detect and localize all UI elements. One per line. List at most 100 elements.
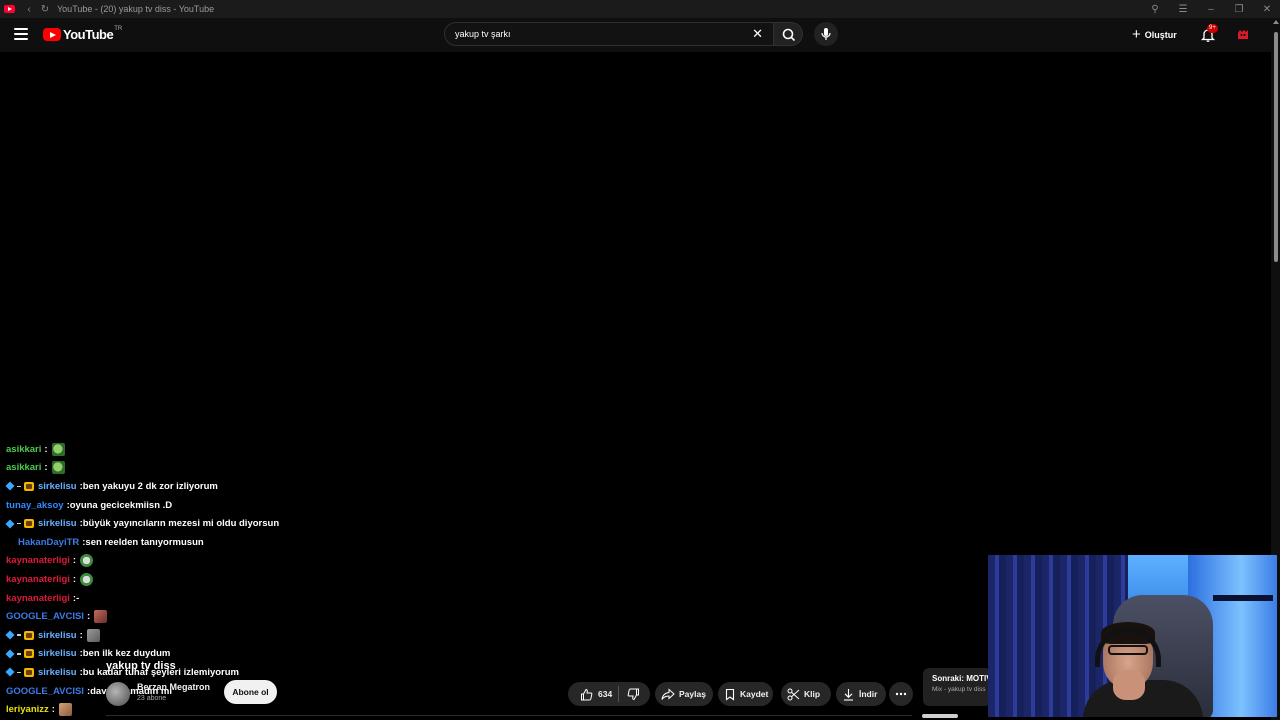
- youtube-header: YouTube TR yakup tv şarkı ✕ + Oluştur 9+: [0, 18, 1280, 52]
- clear-search-icon[interactable]: ✕: [752, 27, 763, 40]
- minimize-icon[interactable]: –: [1204, 4, 1218, 15]
- youtube-logo[interactable]: YouTube TR: [43, 25, 123, 42]
- chat-separator: :: [51, 704, 55, 716]
- chat-username[interactable]: sirkelisu: [38, 648, 77, 659]
- chat-emote-pepe-icon: [51, 461, 65, 475]
- clip-button[interactable]: Klip: [781, 682, 831, 706]
- subscribe-button[interactable]: Abone ol: [224, 680, 277, 704]
- subscriber-badge-icon: [24, 630, 34, 640]
- subscriber-badge-icon: [24, 649, 34, 659]
- chat-badges: [5, 630, 34, 640]
- back-icon[interactable]: ‹: [21, 4, 37, 15]
- webcam-person-hand: [1113, 670, 1145, 700]
- chat-username[interactable]: kaynanaterligi: [6, 574, 70, 585]
- member-cube-icon: [5, 667, 15, 677]
- red-mascot-avatar-icon: [1238, 30, 1248, 39]
- chat-separator: :: [44, 443, 48, 455]
- chat-username[interactable]: sirkelisu: [38, 518, 77, 529]
- create-button[interactable]: + Oluştur: [1132, 26, 1177, 44]
- browser-menu-icon[interactable]: ☰: [1176, 4, 1190, 15]
- hamburger-menu-icon[interactable]: [14, 28, 28, 40]
- chat-emote-pepe-icon: [51, 442, 65, 456]
- webcam-glasses: [1108, 645, 1148, 655]
- account-avatar[interactable]: [1235, 27, 1251, 43]
- chat-message: tunay_aksoy: oyuna gecicekmiisn .D: [6, 496, 326, 515]
- chat-message: sirkelisu: büyük yayıncıların mezesi mi …: [5, 514, 326, 533]
- subscriber-badge-icon: [24, 481, 34, 491]
- chat-username[interactable]: asikkari: [6, 444, 41, 455]
- more-actions-button[interactable]: [889, 682, 913, 706]
- share-button[interactable]: Paylaş: [655, 682, 713, 706]
- chat-username[interactable]: sirkelisu: [38, 630, 77, 641]
- create-label: Oluştur: [1144, 30, 1177, 40]
- chat-message: asikkari:: [6, 459, 326, 478]
- chat-message: sirkelisu: ben yakuyu 2 dk zor izliyorum: [5, 477, 326, 496]
- search-icon: [782, 28, 796, 42]
- country-code: TR: [114, 25, 123, 32]
- chat-badges: [5, 519, 34, 529]
- save-button[interactable]: Kaydet: [718, 682, 773, 706]
- zoom-icon[interactable]: ⚲: [1148, 4, 1162, 15]
- thumbs-up-icon[interactable]: [580, 688, 593, 701]
- restore-icon[interactable]: ❐: [1232, 4, 1246, 15]
- chat-username[interactable]: sirkelisu: [38, 667, 77, 678]
- member-cube-icon: [5, 519, 15, 529]
- scroll-up-arrow-icon[interactable]: [1273, 20, 1279, 24]
- search-value: yakup tv şarkı: [455, 29, 511, 39]
- like-count[interactable]: 634: [598, 689, 612, 699]
- browser-title-bar: ‹ ↻ YouTube - (20) yakup tv diss - YouTu…: [0, 0, 1280, 18]
- chat-message: leriyanizz:: [6, 700, 326, 719]
- chat-emote-tan-icon: [58, 703, 72, 717]
- badge-separator-icon: [17, 634, 21, 636]
- logo-text: YouTube: [63, 27, 114, 42]
- channel-avatar[interactable]: [106, 682, 130, 706]
- chat-username[interactable]: tunay_aksoy: [6, 500, 64, 511]
- chat-username[interactable]: kaynanaterligi: [6, 555, 70, 566]
- member-cube-icon: [5, 649, 15, 659]
- search-button[interactable]: [773, 22, 803, 46]
- chat-username[interactable]: leriyanizz: [6, 704, 49, 715]
- subscriber-badge-icon: [24, 667, 34, 677]
- voice-search-button[interactable]: [814, 22, 838, 46]
- search-input[interactable]: yakup tv şarkı ✕: [444, 22, 774, 46]
- youtube-favicon-icon: [4, 5, 15, 13]
- share-label: Paylaş: [679, 689, 706, 699]
- subscriber-badge-icon: [24, 519, 34, 529]
- description-divider: [106, 715, 912, 716]
- chat-username[interactable]: asikkari: [6, 462, 41, 473]
- chat-message: sirkelisu:: [5, 626, 326, 645]
- chat-username[interactable]: HakanDayiTR: [18, 537, 79, 548]
- download-label: İndir: [859, 689, 878, 699]
- chat-message: GOOGLE_AVCISI:: [6, 607, 326, 626]
- member-cube-icon: [5, 630, 15, 640]
- video-title: yakup tv diss: [106, 660, 176, 672]
- chat-message: kaynanaterligi:: [6, 552, 326, 571]
- up-next-subtitle: Mix - yakup tv diss: [932, 686, 986, 693]
- scroll-indicator-pill: [922, 714, 958, 718]
- download-button[interactable]: İndir: [836, 682, 886, 706]
- scrollbar-thumb[interactable]: [1274, 32, 1278, 262]
- channel-name[interactable]: Berzan Megatron: [137, 682, 210, 692]
- chat-username[interactable]: GOOGLE_AVCISI: [6, 611, 84, 622]
- microphone-icon: [821, 28, 831, 40]
- badge-separator-icon: [17, 653, 21, 655]
- chat-username[interactable]: sirkelisu: [38, 481, 77, 492]
- chat-badges: [5, 481, 34, 492]
- chat-message: HakanDayiTR: sen reelden tanıyormusun: [6, 533, 326, 552]
- badge-separator-icon: [17, 522, 21, 525]
- chat-emote-gray-icon: [86, 628, 100, 642]
- chat-emote-ball-icon: [80, 554, 94, 568]
- thumbs-down-icon[interactable]: [627, 688, 640, 701]
- reload-icon[interactable]: ↻: [37, 4, 53, 15]
- notifications-button[interactable]: 9+: [1200, 24, 1218, 43]
- chat-username[interactable]: GOOGLE_AVCISI: [6, 686, 84, 697]
- tab-title: YouTube - (20) yakup tv diss - YouTube: [57, 4, 215, 14]
- chat-text: sen reelden tanıyormusun: [85, 536, 204, 548]
- close-window-icon[interactable]: ✕: [1260, 4, 1274, 15]
- chat-separator: :: [44, 462, 48, 474]
- up-next-card[interactable]: Sonraki: MOTIV Mix - yakup tv diss: [923, 668, 991, 706]
- plus-icon: +: [1132, 26, 1141, 43]
- subscriber-count: 23 abone: [137, 695, 167, 702]
- chat-username[interactable]: kaynanaterligi: [6, 593, 70, 604]
- badge-separator-icon: [17, 671, 21, 674]
